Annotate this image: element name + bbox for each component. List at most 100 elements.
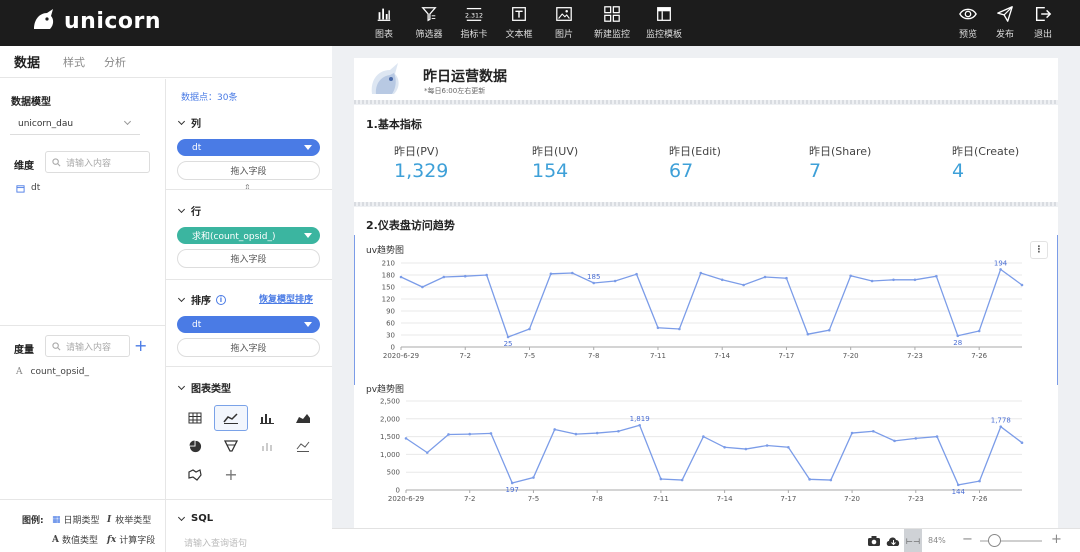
header-card[interactable]: 昨日运营数据 *每日6:00左右更新 bbox=[354, 58, 1058, 100]
toolbar-image-button[interactable]: 图片 bbox=[542, 5, 586, 40]
legend-label: 图例: bbox=[22, 516, 44, 526]
dashboard-title: 昨日运营数据 bbox=[423, 69, 507, 85]
pv-trend-chart[interactable]: 0 500 1,000 1,500 2,000 2,500 2020-6-29 7-2 7-5 7… bbox=[354, 396, 1058, 516]
toolbar-monitor-button[interactable]: 新建监控 bbox=[590, 5, 634, 40]
zoom-slider-handle[interactable] bbox=[988, 534, 1001, 547]
chart-type-bar-disabled-icon[interactable] bbox=[250, 433, 284, 459]
rows-field-pill[interactable]: 求和(count_opsid_) bbox=[177, 227, 320, 244]
data-point bbox=[702, 435, 705, 438]
dropdown-arrow-icon bbox=[304, 322, 312, 327]
sort-drop-zone[interactable]: 拖入字段 bbox=[177, 338, 320, 357]
chart-type-map-icon[interactable] bbox=[178, 461, 212, 487]
data-point bbox=[787, 445, 790, 449]
chart-type-pie-icon[interactable] bbox=[178, 433, 212, 459]
toolbar-textbox-button[interactable]: 文本框 bbox=[497, 5, 541, 40]
metric-value: 7 bbox=[809, 160, 822, 182]
sort-section-header[interactable]: 排序 i bbox=[177, 292, 226, 307]
data-point bbox=[893, 439, 896, 443]
columns-field-pill[interactable]: dt bbox=[177, 139, 320, 156]
metric-value: 67 bbox=[669, 160, 694, 182]
chart-type-line-icon[interactable] bbox=[214, 405, 248, 431]
data-point bbox=[489, 432, 493, 435]
uv-trend-chart[interactable]: 0 30 60 90 120 150 180 210 2020-6-29 7-2 7-5 7-8 7-1… bbox=[354, 257, 1058, 369]
measure-item[interactable]: A count_opsid_ bbox=[16, 367, 89, 377]
data-point bbox=[765, 444, 769, 447]
x-tick-label: 7-17 bbox=[780, 495, 796, 503]
x-tick-label: 7-26 bbox=[971, 352, 987, 360]
textbox-icon bbox=[512, 7, 526, 21]
tab-analysis[interactable]: 分析 bbox=[104, 54, 126, 70]
rows-section-header[interactable]: 行 bbox=[177, 203, 201, 218]
chart-type-bar-icon[interactable] bbox=[250, 405, 284, 431]
fit-width-button[interactable]: ⊢⊣ bbox=[904, 529, 922, 552]
tab-data[interactable]: 数据 bbox=[14, 52, 40, 71]
chart-type-funnel-icon[interactable] bbox=[214, 433, 248, 459]
data-point bbox=[532, 476, 535, 479]
chevron-down-icon bbox=[123, 117, 132, 126]
metric-label: 昨日(Create) bbox=[952, 145, 1020, 158]
zoom-out-button[interactable]: − bbox=[962, 532, 973, 547]
data-point bbox=[485, 273, 488, 277]
toolbar-bar-chart-button[interactable]: 图表 bbox=[362, 5, 406, 40]
cloud-download-icon[interactable] bbox=[886, 535, 901, 547]
chart-type-combo-icon[interactable] bbox=[286, 433, 320, 459]
data-point bbox=[870, 279, 874, 283]
sql-section-header[interactable]: SQL bbox=[177, 513, 213, 524]
zoom-in-button[interactable]: + bbox=[1051, 532, 1062, 547]
toolbar-label: 图片 bbox=[554, 30, 573, 40]
exit-icon bbox=[1035, 6, 1052, 22]
x-tick-label: 7-20 bbox=[843, 352, 859, 360]
legend-calc-field: fx 计算字段 bbox=[107, 534, 156, 547]
toolbar-metric-card-button[interactable]: 2.312 指标卡 bbox=[452, 5, 496, 40]
data-label: 194 bbox=[994, 259, 1008, 267]
data-point bbox=[447, 433, 450, 436]
dimension-item[interactable]: dt bbox=[16, 183, 40, 193]
data-point bbox=[872, 429, 875, 433]
dimension-item-label: dt bbox=[31, 183, 41, 193]
data-point bbox=[617, 429, 620, 433]
toolbar-filter-button[interactable]: 筛选器 bbox=[407, 5, 451, 40]
chart-type-more-icon[interactable]: + bbox=[214, 461, 248, 487]
number-type-icon: A bbox=[52, 534, 59, 545]
columns-section-header[interactable]: 列 bbox=[177, 115, 201, 130]
toolbar-exit-button[interactable]: 退出 bbox=[1021, 5, 1065, 40]
dimension-search-input[interactable]: 请输入内容 bbox=[45, 151, 150, 173]
measure-search-input[interactable]: 请输入内容 bbox=[45, 335, 130, 357]
sql-input[interactable]: 请输入查询语句 bbox=[184, 536, 247, 549]
data-point bbox=[613, 279, 617, 283]
app-logo: unicorn bbox=[30, 7, 161, 35]
sort-field-pill[interactable]: dt bbox=[177, 316, 320, 333]
add-measure-icon[interactable]: + bbox=[134, 336, 147, 355]
data-model-select[interactable]: unicorn_dau bbox=[10, 113, 140, 135]
camera-icon[interactable] bbox=[867, 535, 881, 547]
x-tick-label: 7-26 bbox=[972, 495, 988, 503]
columns-drop-zone[interactable]: 拖入字段 bbox=[177, 161, 320, 180]
section-basic-metrics-title: 1.基本指标 bbox=[366, 118, 422, 131]
toolbar-template-button[interactable]: 监控模板 bbox=[642, 5, 686, 40]
italic-i-icon: I bbox=[107, 514, 112, 525]
restore-model-sort-link[interactable]: 恢复模型排序 bbox=[259, 292, 313, 305]
monitor-icon bbox=[604, 6, 620, 22]
y-tick-label: 60 bbox=[386, 320, 395, 328]
data-point bbox=[678, 327, 681, 331]
data-point bbox=[659, 477, 663, 481]
data-point bbox=[914, 437, 918, 440]
chart-type-area-icon[interactable] bbox=[286, 405, 320, 431]
data-point bbox=[425, 451, 429, 454]
metrics-card[interactable]: 1.基本指标 昨日(PV) 1,329 昨日(UV) 154 昨日(Edit) 67 … bbox=[354, 105, 1058, 202]
legend-number-type: A 数值类型 bbox=[52, 534, 98, 547]
tab-style[interactable]: 样式 bbox=[63, 54, 85, 70]
chart-type-section-header[interactable]: 图表类型 bbox=[177, 380, 231, 395]
data-point bbox=[404, 437, 408, 440]
rows-drop-zone[interactable]: 拖入字段 bbox=[177, 249, 320, 268]
legend-enum-type: I 枚举类型 bbox=[107, 514, 152, 527]
legend-date-type: ▦ 日期类型 bbox=[52, 514, 100, 527]
resize-handle-icon[interactable]: ⇕ bbox=[244, 183, 251, 192]
trend-card[interactable]: 2.仪表盘访问趋势 ⋮ uv趋势图 0 30 60 90 120 150 180 210 202… bbox=[354, 207, 1058, 528]
chart-type-table-icon[interactable] bbox=[178, 405, 212, 431]
metric-share: 昨日(Share) 7 bbox=[809, 143, 871, 182]
series-line bbox=[405, 424, 1023, 486]
data-point bbox=[468, 432, 472, 436]
data-label: 1,819 bbox=[630, 415, 650, 423]
filter-icon bbox=[421, 7, 437, 22]
